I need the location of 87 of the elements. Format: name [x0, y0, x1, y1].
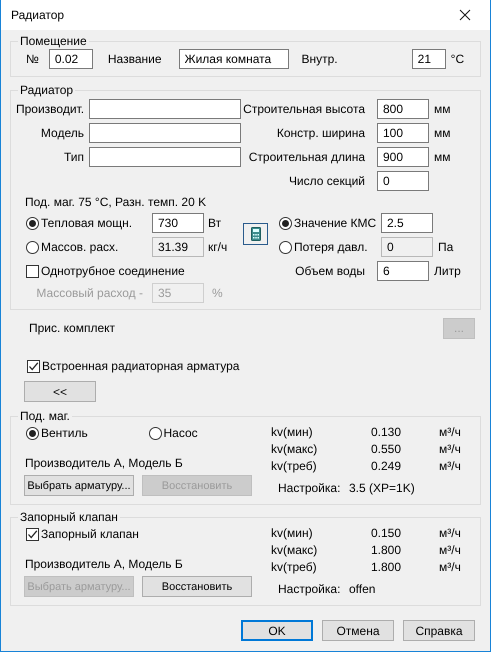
checkbox[interactable]: Запорный клапан — [26, 527, 139, 541]
unit-label: м³/ч — [439, 442, 461, 456]
field-label: Внутр. — [302, 52, 338, 66]
input-field[interactable]: 0 — [377, 171, 429, 191]
setting-label: Настройка: — [278, 480, 342, 494]
calculator-icon — [250, 227, 260, 241]
button[interactable]: Восстановить — [142, 576, 252, 597]
unit-label: °C — [450, 52, 464, 66]
radio-button[interactable]: Массов. расх. — [26, 240, 152, 254]
window-title: Радиатор — [11, 8, 64, 22]
unit-label: м³/ч — [439, 542, 461, 556]
setting-value: offen — [349, 582, 376, 596]
unit-label: Вт — [208, 216, 222, 230]
group-title: Запорный клапан — [19, 510, 119, 524]
input-field[interactable]: 900 — [377, 147, 429, 167]
kv-value: 0.249 — [371, 458, 400, 472]
kv-value: 1.800 — [371, 560, 400, 574]
unit-label: м³/ч — [439, 458, 461, 472]
unit-label: Литр — [434, 264, 461, 278]
field-label: Строительная высота — [242, 102, 365, 116]
field-label: Модель — [40, 126, 84, 140]
kv-label: kv(треб) — [271, 458, 318, 472]
field-label: Прис. комплект — [29, 321, 116, 335]
kv-value: 1.800 — [371, 542, 400, 556]
checkmark-icon — [27, 528, 38, 540]
kv-value: 0.550 — [371, 442, 400, 456]
radio-button[interactable]: Насос — [148, 426, 271, 440]
unit-label: % — [212, 286, 223, 300]
radio-button[interactable]: Вентиль — [26, 426, 148, 440]
radio-button[interactable]: Тепловая мощн. — [26, 216, 152, 230]
unit-label: мм — [434, 150, 450, 164]
unit-label: м³/ч — [439, 424, 461, 438]
unit-label: мм — [434, 126, 450, 140]
input-field[interactable]: Жилая комната — [178, 49, 288, 69]
field-label: Строительная длина — [248, 150, 365, 164]
field-label: Тип — [62, 150, 84, 164]
unit-label: мм — [434, 102, 450, 116]
conditions-text: Под. маг. 75 °C, Разн. темп. 20 K — [24, 194, 208, 211]
input-field[interactable]: 0 — [381, 237, 433, 257]
field-label: Число секций — [288, 174, 365, 188]
group-title: Под. маг. — [19, 409, 71, 423]
button[interactable]: Справка — [403, 620, 475, 641]
setting-value: 3.5 (XP=1K) — [349, 480, 415, 494]
input-field[interactable]: 730 — [152, 213, 204, 233]
kv-value: 0.130 — [371, 424, 400, 438]
button[interactable]: Выбрать арматуру... — [24, 475, 134, 496]
unit-label: Па — [438, 240, 454, 254]
field-label: Объем воды — [294, 264, 365, 278]
kv-value: 0.150 — [371, 526, 400, 540]
input-field[interactable]: 800 — [377, 99, 429, 119]
kv-label: kv(треб) — [271, 560, 318, 574]
field-label: № — [26, 52, 39, 66]
radio-button[interactable]: Потеря давл. — [279, 240, 381, 254]
button[interactable]: OK — [241, 620, 313, 641]
input-field[interactable]: 0.02 — [48, 49, 93, 69]
checkbox[interactable]: Однотрубное соединение — [26, 264, 185, 278]
unit-label: м³/ч — [439, 560, 461, 574]
field-label: Массовый расход - — [35, 286, 143, 300]
calculator-button[interactable] — [243, 223, 268, 245]
input-field[interactable] — [89, 99, 241, 119]
button[interactable]: Отмена — [322, 620, 394, 641]
input-field[interactable]: 31.39 — [152, 237, 204, 257]
checkbox[interactable]: Встроенная радиаторная арматура — [27, 359, 240, 373]
close-icon[interactable] — [459, 9, 471, 21]
button[interactable]: << — [24, 381, 96, 402]
kv-label: kv(макс) — [271, 542, 318, 556]
kv-label: kv(макс) — [271, 442, 318, 456]
setting-label: Настройка: — [278, 582, 342, 596]
group-title: Радиатор — [19, 83, 74, 97]
valve-description: Производитель А, Модель Б — [24, 456, 184, 472]
kv-label: kv(мин) — [271, 526, 314, 540]
input-field[interactable] — [89, 147, 241, 167]
input-field[interactable]: 21 — [412, 49, 446, 69]
field-label: Констр. ширина — [276, 126, 365, 140]
unit-label: м³/ч — [439, 526, 461, 540]
input-field[interactable]: 100 — [377, 123, 429, 143]
valve-description: Производитель А, Модель Б — [24, 557, 184, 573]
checkmark-icon — [28, 360, 39, 372]
kv-label: kv(мин) — [271, 424, 314, 438]
input-field[interactable]: 6 — [377, 261, 429, 281]
radio-button[interactable]: Значение КМС — [279, 216, 381, 230]
input-field[interactable] — [89, 123, 241, 143]
group-title: Помещение — [19, 34, 88, 48]
input-field[interactable]: 2.5 — [381, 213, 433, 233]
field-label: Название — [108, 52, 162, 66]
field-label: Производит. — [16, 102, 84, 116]
unit-label: кг/ч — [208, 240, 228, 254]
